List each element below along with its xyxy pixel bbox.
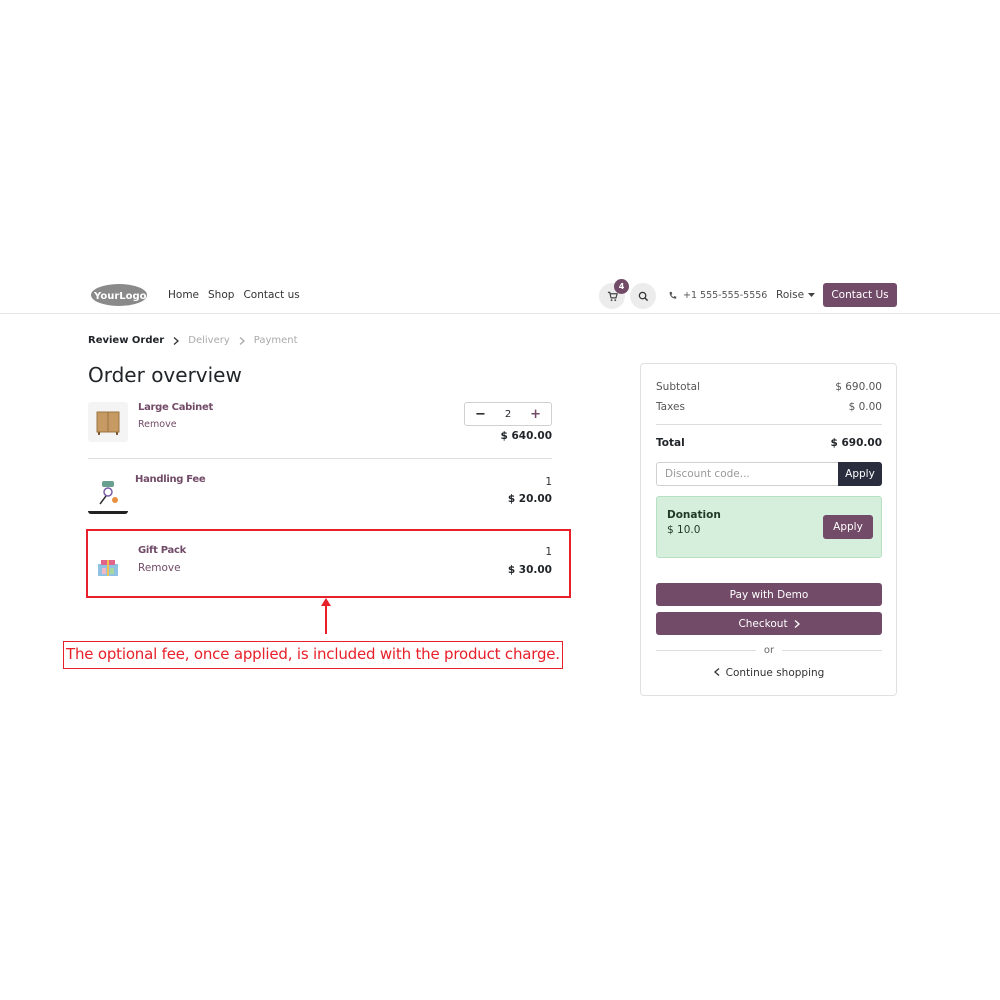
site-header: YourLogo Home Shop Contact us 4 +1 555-5… <box>0 276 1000 314</box>
taxes-label: Taxes <box>656 401 685 413</box>
discount-apply-button[interactable]: Apply <box>838 462 882 486</box>
discount-form: Apply <box>656 462 882 486</box>
plus-icon[interactable]: + <box>530 407 541 422</box>
product-price: $ 20.00 <box>507 493 552 505</box>
cart-count-badge: 4 <box>614 279 629 294</box>
search-button[interactable] <box>630 283 656 309</box>
annotation-arrow-line <box>325 604 327 634</box>
nav-home[interactable]: Home <box>168 289 199 301</box>
checkout-button[interactable]: Checkout <box>656 612 882 635</box>
cart-button[interactable]: 4 <box>599 279 629 309</box>
quantity-stepper: − 2 + <box>464 402 552 426</box>
product-name[interactable]: Handling Fee <box>135 474 206 485</box>
continue-shopping-link[interactable]: Continue shopping <box>656 667 882 679</box>
nav-contact[interactable]: Contact us <box>243 289 299 301</box>
user-name: Roise <box>776 289 805 301</box>
remove-link[interactable]: Remove <box>138 419 177 430</box>
product-image-large-cabinet[interactable] <box>88 402 128 442</box>
search-icon <box>638 291 648 301</box>
step-delivery[interactable]: Delivery <box>188 335 230 346</box>
main-nav: Home Shop Contact us <box>168 289 300 301</box>
discount-code-input[interactable] <box>656 462 838 486</box>
donation-amount: $ 10.0 <box>667 524 701 536</box>
continue-shopping-label: Continue shopping <box>725 667 825 679</box>
phone-icon <box>669 291 677 299</box>
subtotal-value: $ 690.00 <box>835 381 882 393</box>
taxes-value: $ 0.00 <box>848 401 882 413</box>
caret-down-icon <box>808 292 816 297</box>
or-text: or <box>763 645 775 656</box>
total-row: Total $ 690.00 <box>656 437 882 449</box>
product-price: $ 640.00 <box>500 430 552 442</box>
annotation-highlight-box <box>86 529 571 598</box>
product-name[interactable]: Large Cabinet <box>138 402 213 413</box>
nav-shop[interactable]: Shop <box>208 289 234 301</box>
divider <box>656 424 882 425</box>
taxes-row: Taxes $ 0.00 <box>656 401 882 413</box>
contact-us-button[interactable]: Contact Us <box>823 283 897 307</box>
total-value: $ 690.00 <box>830 437 882 449</box>
donation-box: Donation $ 10.0 Apply <box>656 496 882 558</box>
quantity-value[interactable]: 2 <box>505 409 511 420</box>
chevron-right-icon <box>173 336 180 345</box>
product-image-handling-fee[interactable] <box>88 474 128 514</box>
donation-title: Donation <box>667 509 721 521</box>
or-separator: or <box>656 645 883 656</box>
subtotal-label: Subtotal <box>656 381 700 393</box>
order-summary: Subtotal $ 690.00 Taxes $ 0.00 Total $ 6… <box>640 363 897 696</box>
checkout-breadcrumb: Review Order Delivery Payment <box>88 335 298 346</box>
donation-apply-button[interactable]: Apply <box>823 515 873 539</box>
checkout-label: Checkout <box>738 617 788 630</box>
phone-link[interactable]: +1 555-555-5556 <box>668 290 767 301</box>
minus-icon[interactable]: − <box>475 407 486 422</box>
total-label: Total <box>656 437 685 449</box>
phone-number: +1 555-555-5556 <box>683 290 768 301</box>
divider <box>88 458 552 459</box>
chevron-right-icon <box>239 336 245 345</box>
product-quantity: 1 <box>545 476 552 488</box>
annotation-text: The optional fee, once applied, is inclu… <box>63 641 563 669</box>
page-title: Order overview <box>88 363 242 387</box>
subtotal-row: Subtotal $ 690.00 <box>656 381 882 393</box>
step-payment[interactable]: Payment <box>254 335 298 346</box>
svg-text:YourLogo: YourLogo <box>93 291 147 302</box>
chevron-left-icon <box>713 668 720 676</box>
user-menu[interactable]: Roise <box>776 289 816 301</box>
pay-with-demo-button[interactable]: Pay with Demo <box>656 583 882 606</box>
logo[interactable]: YourLogo <box>88 281 148 307</box>
chevron-right-icon <box>794 619 800 628</box>
step-review-order[interactable]: Review Order <box>88 335 164 346</box>
